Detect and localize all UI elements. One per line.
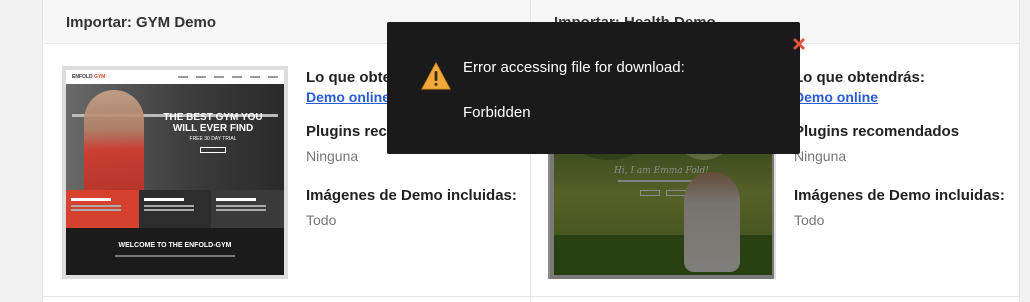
what-you-get-label: Lo que obtendrás:	[794, 69, 925, 86]
divider	[42, 296, 1020, 297]
thumb-hero: THE BEST GYM YOU WILL EVER FIND FREE 30 …	[66, 84, 284, 190]
demo-import-page: Importar: GYM Demo ENFOLD GYM THE BEST G…	[0, 0, 1030, 302]
error-detail: Forbidden	[463, 104, 531, 121]
health-demo-info: Lo que obtendrás: Demo online Plugins re…	[794, 68, 1005, 228]
error-message: Error accessing file for download:	[463, 59, 685, 76]
warning-icon	[421, 62, 451, 90]
error-modal: Error accessing file for download: Forbi…	[387, 22, 805, 154]
thumb-welcome: WELCOME TO THE ENFOLD-GYM	[66, 228, 284, 275]
thumb-hero-subtitle: FREE 30 DAY TRIAL	[189, 136, 237, 142]
images-value: Todo	[306, 212, 337, 228]
close-icon[interactable]	[790, 35, 808, 53]
images-value: Todo	[794, 212, 825, 228]
gym-demo-thumbnail[interactable]: ENFOLD GYM THE BEST GYM YOU WILL EVER FI…	[62, 66, 288, 279]
plugins-value: Ninguna	[794, 148, 847, 164]
images-label: Imágenes de Demo incluidas:	[306, 187, 517, 204]
plugins-label: Plugins recomendados	[794, 123, 960, 140]
thumb-hero-title: THE BEST GYM YOU WILL EVER FIND	[163, 112, 263, 134]
thumb-nav: ENFOLD GYM	[66, 70, 284, 84]
demo-online-link[interactable]: Demo online	[794, 89, 1005, 105]
images-label: Imágenes de Demo incluidas:	[794, 187, 1005, 204]
thumb-logo: ENFOLD GYM	[72, 74, 106, 80]
thumb-feature-strip	[66, 190, 284, 228]
